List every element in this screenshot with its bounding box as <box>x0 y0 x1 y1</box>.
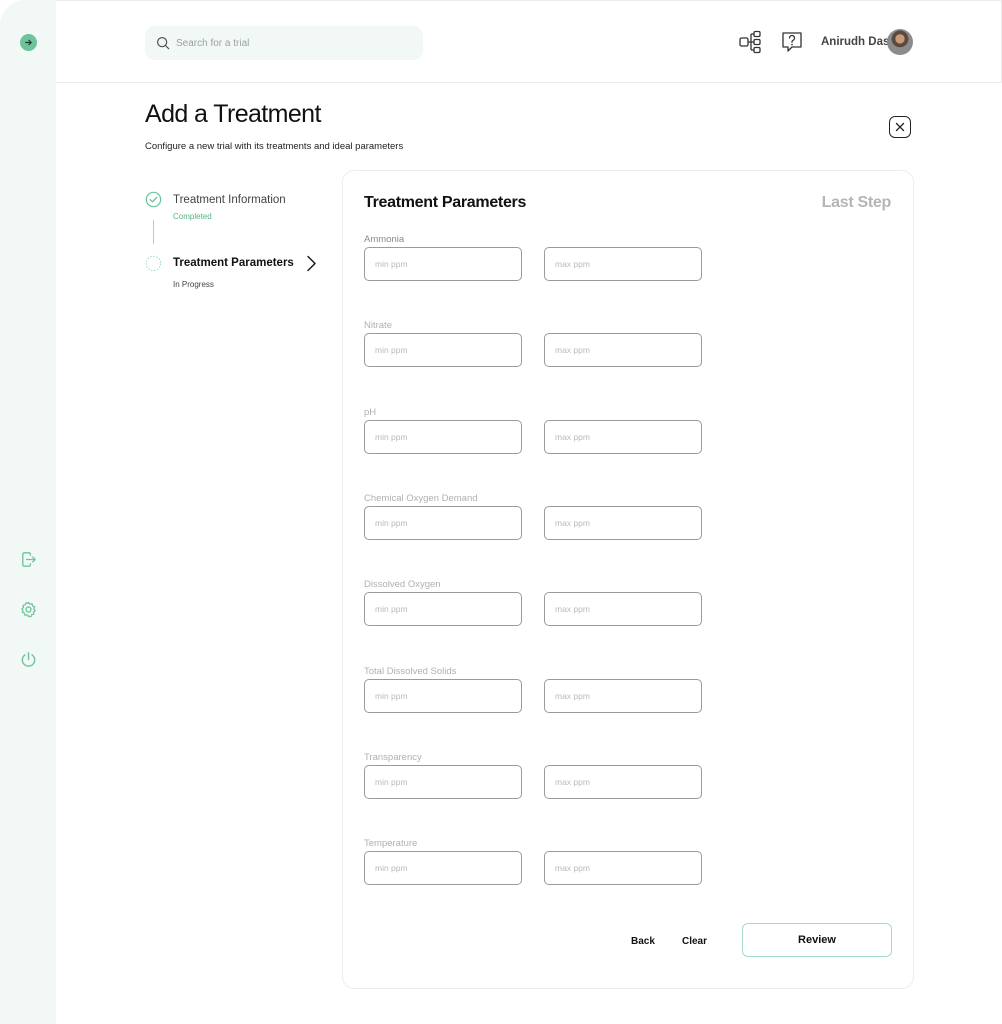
search-input[interactable] <box>176 37 396 49</box>
close-icon <box>895 122 905 132</box>
chevron-right-icon <box>307 255 316 272</box>
power-icon[interactable] <box>19 650 38 669</box>
review-button[interactable]: Review <box>742 923 892 957</box>
chemical-oxygen-demand-max-input[interactable] <box>544 505 702 540</box>
search-bar[interactable] <box>145 26 423 60</box>
temperature-min-input[interactable] <box>364 851 522 886</box>
step-title-treatment-parameters[interactable]: Treatment Parameters <box>173 257 294 269</box>
page-subtitle: Configure a new trial with its treatment… <box>145 141 404 152</box>
sidebar <box>0 0 56 1024</box>
parameter-label: Dissolved Oxygen <box>364 579 441 591</box>
step-status-completed: Completed <box>173 212 212 221</box>
parameter-label: Nitrate <box>364 320 392 332</box>
page-title: Add a Treatment <box>145 100 321 128</box>
ammonia-min-input[interactable] <box>364 247 522 281</box>
chemical-oxygen-demand-min-input[interactable] <box>364 505 522 540</box>
parameter-row-ammonia: Ammonia <box>364 234 704 294</box>
close-button[interactable] <box>889 116 911 138</box>
treatment-parameters-card: Treatment Parameters Last Step Ammonia Ni… <box>342 170 914 989</box>
step-indicator: Last Step <box>821 194 892 211</box>
total-dissolved-solids-min-input[interactable] <box>364 678 522 713</box>
parameter-row-dissolved-oxygen: Dissolved Oxygen <box>364 579 704 639</box>
total-dissolved-solids-max-input[interactable] <box>544 678 702 713</box>
logout-icon[interactable] <box>19 550 38 569</box>
transparency-max-input[interactable] <box>544 764 702 799</box>
parameter-label: Transparency <box>364 751 422 763</box>
ph-min-input[interactable] <box>364 419 522 454</box>
app-root: Anirudh Das Add a Treatment Configure a … <box>0 0 1002 1024</box>
expand-sidebar-icon[interactable] <box>20 34 37 51</box>
parameter-label: Temperature <box>364 838 418 850</box>
step-title-treatment-information[interactable]: Treatment Information <box>173 194 286 206</box>
step-status-in-progress: In Progress <box>173 280 214 289</box>
parameter-row-chemical-oxygen-demand: Chemical Oxygen Demand <box>364 493 704 553</box>
back-button[interactable]: Back <box>631 936 655 947</box>
top-header: Anirudh Das <box>56 0 1002 83</box>
nitrate-min-input[interactable] <box>364 333 522 368</box>
parameter-row-ph: pH <box>364 407 704 467</box>
parameter-label: Ammonia <box>364 234 405 245</box>
parameter-label: pH <box>364 406 377 418</box>
parameter-row-total-dissolved-solids: Total Dissolved Solids <box>364 666 704 726</box>
user-name[interactable]: Anirudh Das <box>821 36 889 48</box>
parameter-label: Chemical Oxygen Demand <box>364 492 478 504</box>
card-title: Treatment Parameters <box>364 194 527 211</box>
ammonia-max-input[interactable] <box>544 247 702 281</box>
settings-gear-icon[interactable] <box>19 600 38 619</box>
help-chat-icon[interactable] <box>780 30 804 54</box>
dissolved-oxygen-max-input[interactable] <box>544 592 702 627</box>
step-connector <box>153 220 154 244</box>
clear-button[interactable]: Clear <box>682 936 707 947</box>
search-icon <box>156 36 170 50</box>
dissolved-oxygen-min-input[interactable] <box>364 592 522 627</box>
temperature-max-input[interactable] <box>544 851 702 886</box>
transparency-min-input[interactable] <box>364 764 522 799</box>
parameter-row-transparency: Transparency <box>364 752 704 812</box>
ph-max-input[interactable] <box>544 419 702 454</box>
step-completed-check-icon <box>145 191 162 208</box>
step-in-progress-icon <box>145 255 162 272</box>
parameter-row-nitrate: Nitrate <box>364 320 704 380</box>
parameter-label: Total Dissolved Solids <box>364 665 457 677</box>
parameter-row-temperature: Temperature <box>364 838 704 898</box>
avatar[interactable] <box>887 29 913 55</box>
nitrate-max-input[interactable] <box>544 333 702 368</box>
hierarchy-tree-icon[interactable] <box>739 30 763 54</box>
